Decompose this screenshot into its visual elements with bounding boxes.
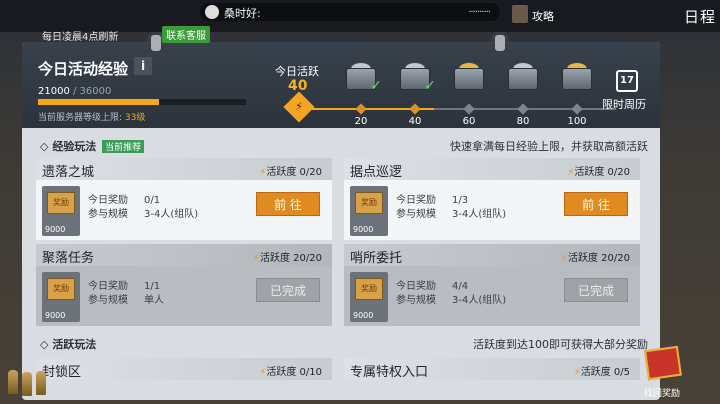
server-cap-level: 33级 [124,113,146,123]
card-activity: ⚡活跃度 20/20 [252,253,322,264]
activity-label: 今日活跃 [275,65,319,78]
card-labels: 今日奖励 参与规模 [396,281,436,306]
card-labels: 今日奖励 参与规模 [88,195,128,220]
milestone-value: 20 [354,116,368,127]
task-card: 遗落之城 ⚡活跃度 0/20 奖励 9000 今日奖励 参与规模 0/1 3-4人(组… [36,158,332,240]
card-activity: ⚡活跃度 0/10 [259,367,322,378]
section-title-exp: ◇ 经验玩法 当前推荐 [40,138,145,154]
gift-icon[interactable] [636,340,688,390]
server-level-cap: 当前服务器等级上限: 33级 [38,110,145,123]
card-activity: ⚡活跃度 20/20 [560,253,630,264]
card-labels: 今日奖励 参与规模 [88,281,128,306]
completed-button: 已完成 [564,278,628,302]
exp-current: 21000 [38,86,70,97]
section-tip-exp: 快速拿满每日经验上限，并获取高额活跃 [450,140,648,153]
card-name: 遗落之城 [42,165,95,180]
card-values: 1/1 单人 [144,281,164,306]
milestone-value: 40 [408,116,422,127]
exp-progress-bar [38,99,246,105]
go-button[interactable]: 前 往 [256,192,320,216]
completed-button: 已完成 [256,278,320,302]
chat-icon [205,5,219,19]
bullet-shells-decoration [0,368,58,396]
card-activity: ⚡活跃度 0/5 [573,367,630,378]
milestone-node [355,103,367,115]
reward-ticket-icon: 奖励 9000 [350,272,388,322]
exp-title: 今日活动经验 [38,60,129,78]
task-card: 专属特权入口 ⚡活跃度 0/5 [344,358,640,380]
card-values: 4/4 3-4人(组队) [452,281,507,306]
recommend-badge: 当前推荐 [102,140,145,153]
header-panel: 今日活动经验 i 21000 / 36000 当前服务器等级上限: 33级 今日… [22,42,660,128]
card-activity: ⚡活跃度 0/20 [567,167,630,178]
clip-icon [492,32,508,54]
diamond-icon: ◇ [40,140,49,153]
card-name: 专属特权入口 [350,365,429,380]
milestone-value: 80 [516,116,530,127]
task-card: 哨所委托 ⚡活跃度 20/20 奖励 9000 今日奖励 参与规模 4/4 3-4人(… [344,244,640,326]
milestone-node [409,103,421,115]
task-card: 聚落任务 ⚡活跃度 20/20 奖励 9000 今日奖励 参与规模 1/1 单人 已完… [36,244,332,326]
card-name: 聚落任务 [42,251,95,266]
milestone-value: 60 [462,116,476,127]
chat-message: 桑时好: [224,7,261,20]
chat-bar[interactable]: 桑时好: .......... [200,3,500,21]
reward-ticket-icon: 奖励 9000 [350,186,388,236]
calendar-label[interactable]: 限时周历 [602,96,646,112]
info-icon[interactable]: i [134,57,152,75]
chest-icon-60[interactable] [452,60,486,94]
chest-icon-80[interactable] [506,60,540,94]
chest-icon-20[interactable]: ✓ [344,60,382,94]
chest-icon-40[interactable]: ✓ [398,60,436,94]
section-title-exp-text: 经验玩法 [52,140,97,153]
milestone-node [463,103,475,115]
bolt-icon: ⚡ [560,253,568,264]
schedule-board: 今日活动经验 i 21000 / 36000 当前服务器等级上限: 33级 今日… [22,42,660,400]
section-tip-activity: 活跃度到达100即可获得大部分奖励 [473,338,648,351]
bolt-icon: ⚡ [252,253,260,264]
bolt-icon: ⚡ [573,367,581,378]
section-title-activity-text: 活跃玩法 [52,338,97,351]
chest-icon-100[interactable] [560,60,594,94]
milestone-node [571,103,583,115]
exp-max: / 36000 [73,86,112,97]
card-values: 1/3 3-4人(组队) [452,195,507,220]
go-button[interactable]: 前 往 [564,192,628,216]
server-cap-label: 当前服务器等级上限: [38,113,123,123]
gift-label[interactable]: 找回奖励 [644,386,680,399]
card-labels: 今日奖励 参与规模 [396,195,436,220]
support-button[interactable]: 联系客服 [162,26,210,43]
exp-progress-fill [38,99,160,105]
page-title: 日程 [684,8,717,26]
card-values: 0/1 3-4人(组队) [144,195,199,220]
strategy-button[interactable]: 攻略 [532,8,554,24]
avatar[interactable] [512,5,528,23]
refresh-note: 每日凌晨4点刷新 [42,32,119,43]
card-name: 哨所委托 [350,251,403,266]
section-title-activity: ◇ 活跃玩法 [40,336,96,352]
milestone-value: 100 [567,116,587,127]
milestone-node [517,103,529,115]
calendar-icon[interactable]: 17 [616,70,638,92]
card-activity: ⚡活跃度 0/20 [259,167,322,178]
diamond-icon: ◇ [40,338,49,351]
chat-dots: .......... [468,4,491,15]
task-card: 封锁区 ⚡活跃度 0/10 [36,358,332,380]
exp-numbers: 21000 / 36000 [38,86,111,97]
task-card: 据点巡逻 ⚡活跃度 0/20 奖励 9000 今日奖励 参与规模 1/3 3-4人(组… [344,158,640,240]
lightning-icon: ⚡ [283,91,315,123]
reward-ticket-icon: 奖励 9000 [42,272,80,322]
reward-ticket-icon: 奖励 9000 [42,186,80,236]
card-name: 据点巡逻 [350,165,403,180]
